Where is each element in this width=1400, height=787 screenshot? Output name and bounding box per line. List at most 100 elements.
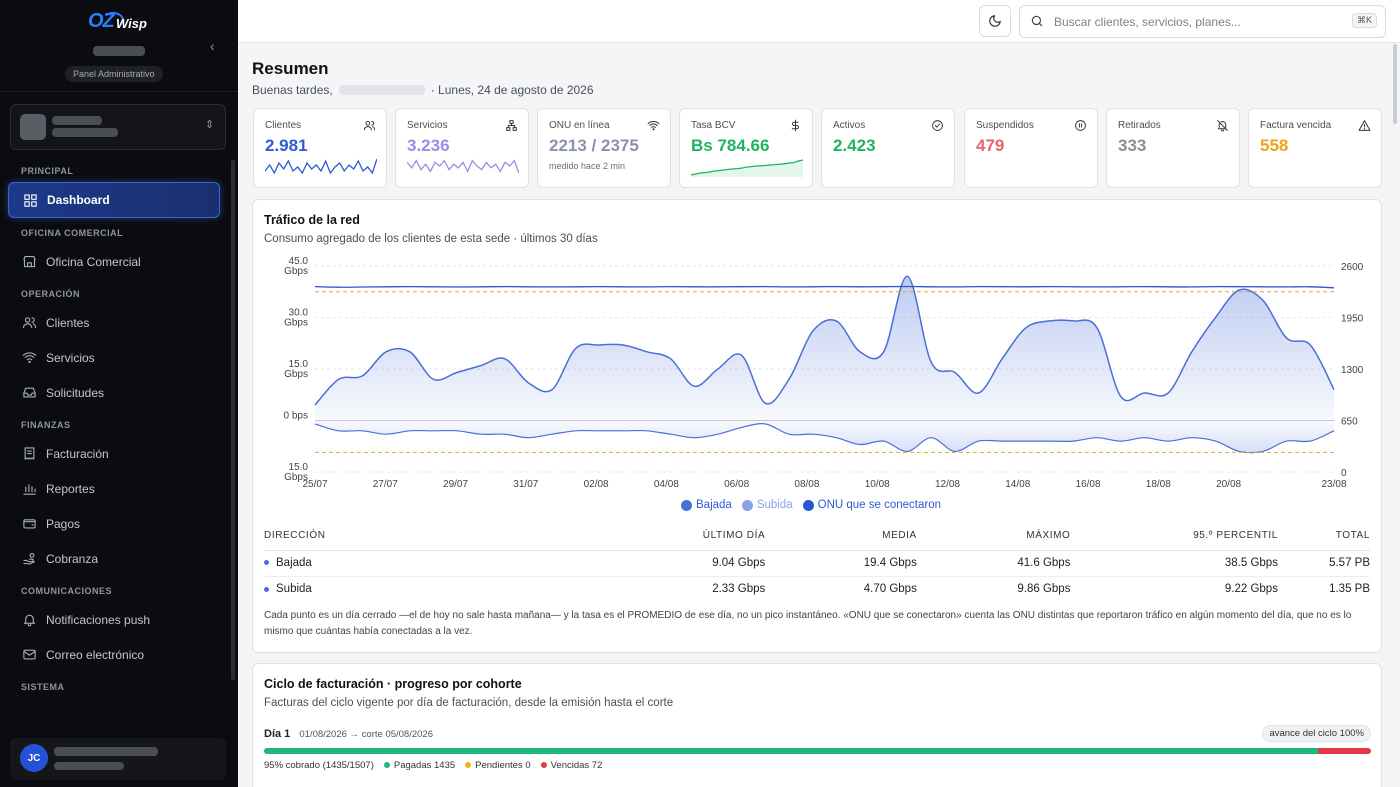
- brand-logo[interactable]: OZ Wisp: [88, 10, 150, 34]
- sidebar-item-correo-electrónico[interactable]: Correo electrónico: [0, 637, 230, 672]
- search-shortcut: ⌘K: [1351, 13, 1377, 28]
- table-cell: 4.70 Gbps: [863, 583, 917, 596]
- x-tick: 04/08: [654, 479, 679, 490]
- user-menu[interactable]: JC: [10, 738, 226, 780]
- row-dot: [264, 560, 269, 566]
- kpi-icon: [1216, 119, 1229, 135]
- series-subida-area: [315, 420, 1334, 453]
- legend-swatch: [802, 499, 814, 511]
- theme-toggle-button[interactable]: [979, 5, 1011, 37]
- grid-icon: [23, 193, 37, 207]
- sidebar: OZ Wisp Panel Administrativo ‹ ⇕ PRINCIP…: [0, 0, 238, 787]
- kpi-label: Tasa BCV: [691, 120, 736, 131]
- brand-word: Wisp: [116, 16, 147, 31]
- kpi-sparkline: [407, 159, 519, 174]
- sidebar-item-dashboard[interactable]: Dashboard: [8, 182, 220, 218]
- column-header: 95.º PERCENTIL: [1070, 522, 1278, 551]
- kpi-label: Clientes: [265, 120, 302, 131]
- sidebar-item-label: Solicitudes: [46, 385, 105, 400]
- y-right-tick: 1300: [1341, 365, 1364, 376]
- kpi-label: Retirados: [1118, 120, 1161, 131]
- x-tick: 06/08: [724, 479, 749, 490]
- legend-item[interactable]: Subida: [741, 499, 793, 511]
- cohort-row[interactable]: Día 1 01/08/2026 → corte 05/08/2026 avan…: [264, 725, 1371, 771]
- collapse-sidebar-icon[interactable]: ‹: [210, 38, 215, 54]
- current-date: · Lunes, 24 de agosto de 2026: [430, 83, 594, 97]
- x-tick: 25/07: [302, 479, 327, 490]
- row-dot: [264, 586, 269, 592]
- sidebar-item-label: Clientes: [46, 315, 90, 330]
- hand-coins-icon: [22, 552, 35, 565]
- row-label: Bajada: [276, 557, 312, 569]
- search-input[interactable]: [1054, 12, 1344, 32]
- sidebar-item-clientes[interactable]: Clientes: [0, 305, 230, 340]
- kpi-label: Factura vencida: [1260, 120, 1332, 131]
- store-icon: [22, 255, 36, 268]
- check-circle-icon: [932, 120, 943, 131]
- sidebar-nav: PRINCIPAL Dashboard OFICINA COMERCIAL Ofici…: [0, 156, 230, 698]
- sidebar-item-servicios[interactable]: Servicios: [0, 340, 230, 375]
- paid-dot: [383, 762, 390, 768]
- traffic-title: Tráfico de la red: [264, 213, 360, 227]
- kpi-value: 333: [1118, 136, 1147, 155]
- sidebar-scrollbar[interactable]: [231, 160, 235, 680]
- sidebar-item-reportes[interactable]: Reportes: [0, 471, 230, 506]
- table-cell: Subida: [264, 576, 481, 602]
- column-header: DIRECCIÓN: [264, 522, 481, 551]
- sidebar-item-oficina-comercial[interactable]: Oficina Comercial: [0, 244, 230, 279]
- chevron-up-down-icon: ⇕: [205, 119, 215, 131]
- sidebar-item-facturación[interactable]: Facturación: [0, 436, 230, 471]
- traffic-footnote: Cada punto es un día cerrado —el de hoy …: [264, 610, 1352, 637]
- kpi-icon: [1358, 119, 1371, 135]
- series-bajada-area: [315, 276, 1334, 421]
- cohort-day: Día 1 01/08/2026 → corte 05/08/2026: [264, 728, 1371, 740]
- kpi-card-suspendidos[interactable]: Suspendidos 479: [964, 108, 1098, 188]
- pending-label: Pendientes 0: [475, 760, 531, 771]
- search-icon: [1031, 15, 1043, 27]
- progress-overdue: [1317, 748, 1371, 754]
- sidebar-item-notificaciones-push[interactable]: Notificaciones push: [0, 602, 230, 637]
- receipt-icon: [24, 447, 34, 460]
- traffic-subtitle: Consumo agregado de los clientes de esta…: [264, 233, 598, 245]
- wifi-icon: [647, 121, 660, 131]
- kpi-card-factura-vencida[interactable]: Factura vencida 558: [1248, 108, 1382, 188]
- y-left-tick: 0 bps: [284, 411, 308, 422]
- org-switcher-line-2: [52, 128, 118, 137]
- legend-item[interactable]: Bajada: [681, 499, 732, 511]
- nav-section-title: PRINCIPAL: [21, 166, 74, 176]
- sidebar-item-label: Cobranza: [46, 551, 99, 566]
- main-scrollbar[interactable]: [1393, 44, 1397, 124]
- kpi-card-tasa-bcv[interactable]: Tasa BCV Bs 784.66: [679, 108, 813, 188]
- global-search[interactable]: ⌘K: [1019, 5, 1386, 38]
- table-cell: 9.04 Gbps: [480, 550, 766, 577]
- sidebar-item-pagos[interactable]: Pagos: [0, 506, 230, 541]
- cycle-progress-badge: avance del ciclo 100%: [1262, 725, 1371, 742]
- table-cell: 41.6 Gbps: [916, 550, 1071, 577]
- sidebar-item-cobranza[interactable]: Cobranza: [0, 541, 230, 576]
- overdue-count: Vencidas 72: [540, 760, 602, 771]
- nav-section-title: COMUNICACIONES: [21, 586, 113, 596]
- table-row: Subida 2.33 Gbps 4.70 Gbps 9.86 Gbps 9.22 Gb…: [264, 576, 1370, 602]
- wallet-icon-wrap: [21, 516, 37, 532]
- kpi-card-servicios[interactable]: Servicios 3.236: [395, 108, 529, 188]
- kpi-card-retirados[interactable]: Retirados 333: [1106, 108, 1240, 188]
- x-tick: 18/08: [1146, 479, 1171, 490]
- pause-circle-icon: [1075, 120, 1086, 131]
- table-header-row: DIRECCIÓN ÚLTIMO DÍA MEDIA MÁXIMO 95.º PERCE…: [264, 522, 1370, 551]
- sidebar-item-label: Correo electrónico: [46, 647, 145, 662]
- legend-item[interactable]: ONU que se conectaron: [802, 499, 941, 511]
- bell-icon-wrap: [21, 612, 37, 628]
- kpi-card-clientes[interactable]: Clientes 2.981: [253, 108, 387, 188]
- dollar-icon: [791, 119, 799, 132]
- sidebar-item-label: Reportes: [46, 481, 95, 496]
- user-name-redacted: [338, 85, 425, 95]
- sidebar-item-solicitudes[interactable]: Solicitudes: [0, 375, 230, 410]
- kpi-icon: [647, 119, 660, 135]
- x-tick: 16/08: [1076, 479, 1101, 490]
- org-switcher[interactable]: ⇕: [10, 104, 226, 150]
- sidebar-item-label: Dashboard: [47, 193, 110, 207]
- kpi-card-onu-en-l-nea[interactable]: ONU en línea 2213 / 2375 medido hace 2 min: [537, 108, 671, 188]
- user-name-redacted: [54, 747, 158, 756]
- kpi-card-activos[interactable]: Activos 2.423: [821, 108, 955, 188]
- kpi-label: ONU en línea: [549, 120, 610, 131]
